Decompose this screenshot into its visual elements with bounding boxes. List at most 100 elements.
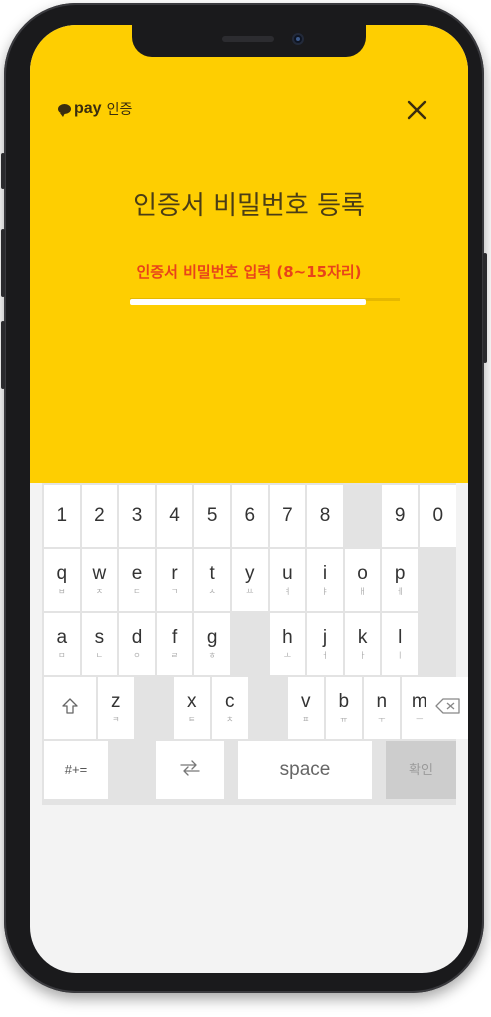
key-3[interactable]: 3 <box>119 485 155 547</box>
key-s[interactable]: sㄴ <box>81 613 118 675</box>
key-u-label: u <box>282 563 293 584</box>
key-a-hangul: ㅁ <box>58 651 66 660</box>
key-o-hangul: ㅐ <box>358 587 367 596</box>
key-b-label: b <box>338 691 350 712</box>
space-key[interactable]: space <box>238 741 372 799</box>
space-key-label: space <box>279 759 331 780</box>
key-m-hangul: ㅡ <box>416 715 424 724</box>
key-8[interactable]: 8 <box>307 485 343 547</box>
shuffle-key[interactable] <box>156 741 224 799</box>
key-2[interactable]: 2 <box>81 485 118 547</box>
key-r-hangul: ㄱ <box>170 587 179 596</box>
key-t-label: t <box>209 563 215 584</box>
blank-key <box>420 549 456 611</box>
key-j-hangul: ㅓ <box>321 651 329 660</box>
key-t[interactable]: tㅅ <box>194 549 230 611</box>
blank-key <box>374 741 384 799</box>
key-h-hangul: ㅗ <box>283 651 292 660</box>
password-input[interactable] <box>130 299 366 305</box>
key-0-label: 0 <box>432 505 444 526</box>
key-c-hangul: ㅊ <box>226 715 234 724</box>
key-x-hangul: ㅌ <box>188 715 196 724</box>
key-o-label: o <box>357 563 368 584</box>
key-n-hangul: ㅜ <box>378 715 386 724</box>
confirm-button[interactable]: 확인 <box>386 741 456 799</box>
key-1-label: 1 <box>56 505 68 526</box>
key-7[interactable]: 7 <box>269 485 306 547</box>
auth-panel: pay 인증 인증서 비밀번호 등록 인증서 비밀번호 입력 (8~15자리) <box>30 25 468 483</box>
key-u[interactable]: uㅕ <box>269 549 306 611</box>
key-v[interactable]: vㅍ <box>288 677 324 739</box>
key-l-hangul: ㅣ <box>396 651 404 660</box>
key-6[interactable]: 6 <box>232 485 268 547</box>
key-k[interactable]: kㅏ <box>344 613 381 675</box>
power-button <box>483 253 487 363</box>
key-f[interactable]: fㄹ <box>156 613 193 675</box>
key-5-label: 5 <box>206 505 218 526</box>
key-o[interactable]: oㅐ <box>344 549 381 611</box>
key-t-hangul: ㅅ <box>208 587 216 596</box>
key-w[interactable]: wㅈ <box>81 549 118 611</box>
key-s-label: s <box>94 627 105 648</box>
camera-icon <box>292 33 304 45</box>
key-e[interactable]: eㄷ <box>119 549 155 611</box>
key-i-label: i <box>322 563 328 584</box>
key-c-label: c <box>225 691 235 712</box>
speaker <box>222 36 274 42</box>
backspace-icon <box>434 697 462 719</box>
blank-key <box>420 613 456 675</box>
key-y-hangul: ㅛ <box>246 587 254 596</box>
key-d[interactable]: dㅇ <box>119 613 155 675</box>
key-r[interactable]: rㄱ <box>156 549 193 611</box>
close-icon[interactable] <box>404 97 430 123</box>
key-9[interactable]: 9 <box>382 485 418 547</box>
key-p-hangul: ㅔ <box>396 587 404 596</box>
key-d-hangul: ㅇ <box>133 651 141 660</box>
key-y-label: y <box>245 563 255 584</box>
key-w-hangul: ㅈ <box>95 587 104 596</box>
key-i[interactable]: iㅑ <box>307 549 343 611</box>
key-j[interactable]: jㅓ <box>307 613 343 675</box>
key-p[interactable]: pㅔ <box>382 549 418 611</box>
key-p-label: p <box>394 563 406 584</box>
key-4[interactable]: 4 <box>156 485 193 547</box>
shift-key[interactable] <box>44 677 96 739</box>
key-d-label: d <box>131 627 143 648</box>
key-q-label: q <box>56 563 68 584</box>
key-q[interactable]: qㅂ <box>44 549 80 611</box>
key-n[interactable]: nㅜ <box>364 677 400 739</box>
key-z[interactable]: zㅋ <box>98 677 134 739</box>
key-f-label: f <box>171 627 178 648</box>
key-x[interactable]: xㅌ <box>174 677 210 739</box>
key-v-label: v <box>301 691 311 712</box>
symbols-key-label: #+= <box>64 762 88 777</box>
key-g[interactable]: gㅎ <box>194 613 230 675</box>
blank-key <box>250 677 286 739</box>
page-title: 인증서 비밀번호 등록 <box>133 191 365 221</box>
key-c[interactable]: cㅊ <box>212 677 248 739</box>
key-e-hangul: ㄷ <box>133 587 141 596</box>
key-l[interactable]: lㅣ <box>382 613 418 675</box>
key-h[interactable]: hㅗ <box>269 613 306 675</box>
blank-key <box>110 741 154 799</box>
key-a[interactable]: aㅁ <box>44 613 80 675</box>
key-f-hangul: ㄹ <box>170 651 179 660</box>
key-a-label: a <box>56 627 68 648</box>
key-g-label: g <box>206 627 218 648</box>
key-x-label: x <box>187 691 197 712</box>
symbols-key[interactable]: #+= <box>44 741 108 799</box>
key-z-label: z <box>111 691 121 712</box>
key-5[interactable]: 5 <box>194 485 230 547</box>
key-r-label: r <box>171 563 178 584</box>
shuffle-icon <box>178 759 202 781</box>
key-q-hangul: ㅂ <box>58 587 66 596</box>
key-y[interactable]: yㅛ <box>232 549 268 611</box>
key-1[interactable]: 1 <box>44 485 80 547</box>
key-0[interactable]: 0 <box>420 485 456 547</box>
phone-frame: pay 인증 인증서 비밀번호 등록 인증서 비밀번호 입력 (8~15자리) … <box>1 3 487 993</box>
backspace-key[interactable] <box>426 677 468 739</box>
key-v-hangul: ㅍ <box>302 715 310 724</box>
volume-up-button <box>1 229 5 297</box>
volume-down-button <box>1 321 5 389</box>
key-b[interactable]: bㅠ <box>326 677 362 739</box>
